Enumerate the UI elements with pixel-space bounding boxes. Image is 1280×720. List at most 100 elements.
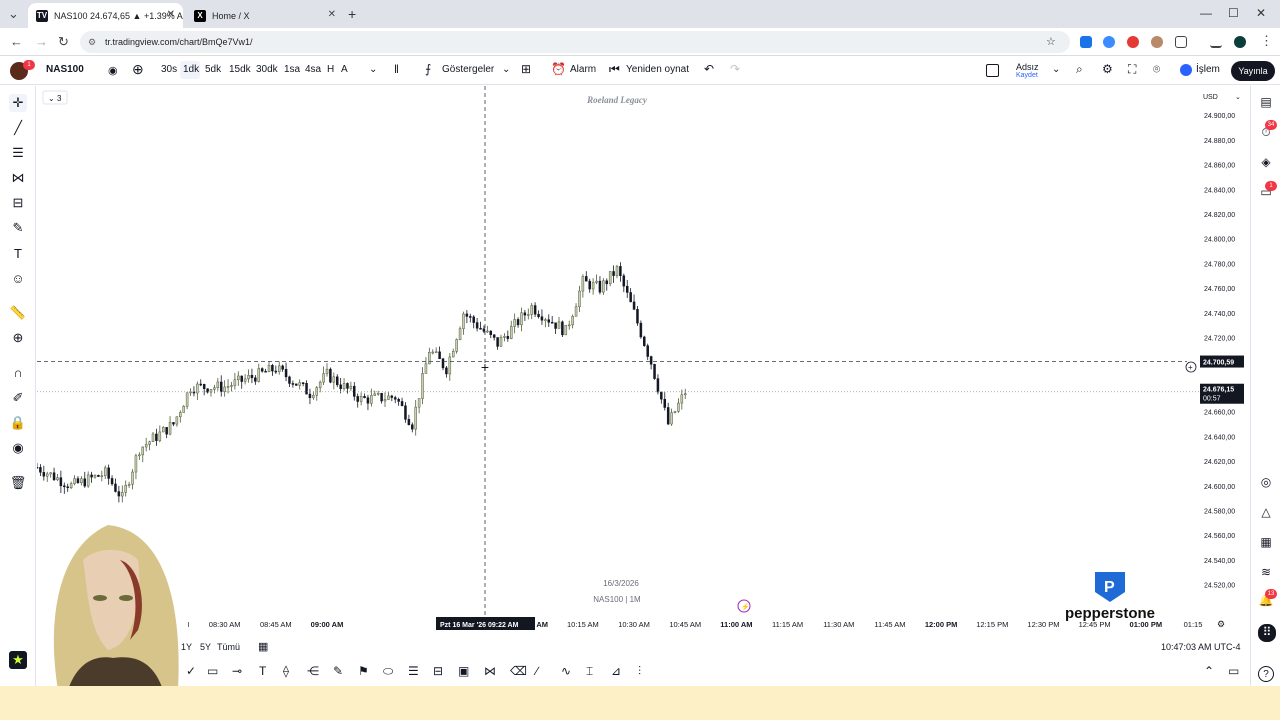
undo-icon[interactable]: ↶ xyxy=(704,62,714,76)
indicators-dropdown-icon[interactable]: ⌄ xyxy=(502,64,510,75)
extension-audio-icon[interactable] xyxy=(1103,36,1115,48)
layout-select-icon[interactable] xyxy=(986,64,999,77)
pencil-tool-icon[interactable]: ✓ xyxy=(186,664,196,678)
interval-30s[interactable]: 30s xyxy=(161,64,177,75)
utc-clock[interactable]: 10:47:03 AM UTC-4 xyxy=(1161,642,1241,652)
highlighter-icon[interactable]: ✎ xyxy=(333,664,343,678)
ellipse-tool-icon[interactable]: ⬭ xyxy=(383,664,393,679)
forecast-icon[interactable]: ⊟ xyxy=(9,194,27,212)
close-tab-icon[interactable]: ✕ xyxy=(328,9,336,20)
maximize-icon[interactable]: ☐ xyxy=(1228,6,1239,20)
trend-line-icon[interactable]: ╱ xyxy=(9,119,27,137)
interval-5dk[interactable]: 5dk xyxy=(205,64,221,75)
lock-icon[interactable]: 🔒 xyxy=(9,414,27,432)
quick-search-icon[interactable]: ⌕ xyxy=(1076,62,1083,77)
interval-h[interactable]: H xyxy=(327,64,334,75)
minimize-icon[interactable]: — xyxy=(1200,6,1212,20)
currency-label[interactable]: USD xyxy=(1203,94,1218,101)
tab-search-icon[interactable]: ⌄ xyxy=(8,6,19,22)
compare-symbol-icon[interactable]: ◉ xyxy=(108,64,118,77)
extensions-puzzle-icon[interactable] xyxy=(1175,36,1187,48)
interval-1sa[interactable]: 1sa xyxy=(284,64,300,75)
comment-tool-icon[interactable]: ▭ xyxy=(207,664,218,678)
legend-toggle[interactable]: ⌄ 3 xyxy=(42,90,68,105)
close-window-icon[interactable]: ✕ xyxy=(1256,6,1266,20)
reading-list-icon[interactable] xyxy=(1210,36,1222,48)
curve-tool-icon[interactable]: ∿ xyxy=(561,664,571,678)
path-tool-icon[interactable]: ⟠ xyxy=(283,664,289,678)
alarm-clock-icon[interactable]: ⏰ xyxy=(551,62,566,76)
collapse-panel-icon[interactable]: ⌃ xyxy=(1204,664,1214,678)
projection-icon[interactable]: ⊿ xyxy=(611,664,621,678)
trash-icon[interactable]: 🗑 xyxy=(9,474,27,492)
interval-4sa[interactable]: 4sa xyxy=(305,64,321,75)
zoom-in-icon[interactable]: ⊕ xyxy=(9,329,27,347)
range-1y[interactable]: 1Y xyxy=(181,642,192,652)
extension-cast-icon[interactable] xyxy=(1080,36,1092,48)
indicators-icon[interactable]: ⨍ xyxy=(425,62,431,76)
snapshot-camera-icon[interactable]: ⌾ xyxy=(1153,62,1160,77)
layers-icon[interactable]: ◈ xyxy=(1258,154,1274,170)
layout-name[interactable]: Adsız xyxy=(1016,62,1039,72)
candles-type-icon[interactable]: ǁ xyxy=(394,62,399,76)
extension-cookie-icon[interactable] xyxy=(1151,36,1163,48)
price-range-icon[interactable]: ⌶ xyxy=(586,664,593,679)
layout-dropdown-icon[interactable]: ⌄ xyxy=(1052,64,1060,75)
url-input[interactable]: ⚙ tr.tradingview.com/chart/BmQe7Vw1/ ☆ xyxy=(80,31,1070,53)
browser-menu-icon[interactable]: ⋮ xyxy=(1260,33,1273,49)
long-position-icon[interactable]: ⊟ xyxy=(433,664,443,678)
crosshair-icon[interactable]: ✛ xyxy=(9,94,27,112)
symbol-search[interactable]: NAS100 xyxy=(46,64,84,75)
interval-g[interactable]: A xyxy=(341,64,348,75)
magnet-icon[interactable]: ∩ xyxy=(9,364,27,382)
indicators-button[interactable]: Göstergeler xyxy=(442,64,494,75)
parallel-channel-icon[interactable]: ⋲ xyxy=(307,664,319,678)
horizontal-ray-icon[interactable]: ⊸ xyxy=(232,664,242,678)
favorites-star-icon[interactable]: ★ xyxy=(9,651,27,669)
new-tab-icon[interactable]: + xyxy=(348,6,356,22)
image-tool-icon[interactable]: ▣ xyxy=(458,664,469,678)
settings-gear-icon[interactable]: ⚙ xyxy=(1102,62,1113,76)
help-icon[interactable]: ? xyxy=(1258,666,1274,682)
forward-icon[interactable]: → xyxy=(35,34,48,49)
site-info-icon[interactable]: ⚙ xyxy=(88,31,96,53)
redo-icon[interactable]: ↷ xyxy=(730,62,740,76)
fib-retracement-icon[interactable]: ☰ xyxy=(9,144,27,162)
flag-icon[interactable]: ⚑ xyxy=(358,664,369,678)
alarm-button[interactable]: Alarm xyxy=(570,64,596,75)
interval-30dk[interactable]: 30dk xyxy=(256,64,278,75)
reload-icon[interactable]: ↻ xyxy=(58,34,69,50)
browser-tab-tradingview[interactable]: TV NAS100 24.674,65 ▲ +1.39% A ✕ xyxy=(28,3,183,28)
interval-15dk[interactable]: 15dk xyxy=(229,64,251,75)
maximize-panel-icon[interactable]: ▭ xyxy=(1228,664,1239,678)
more-tools-icon[interactable]: ⫶ xyxy=(638,664,641,679)
publish-button[interactable]: Yayınla xyxy=(1231,61,1275,81)
layout-save[interactable]: Kaydet xyxy=(1016,72,1038,79)
calendar-icon[interactable]: ▦ xyxy=(1258,534,1274,550)
replay-button[interactable]: Yeniden oynat xyxy=(626,64,689,75)
watchlist-icon[interactable]: ▤ xyxy=(1258,94,1274,110)
ruler-icon[interactable]: 📏 xyxy=(9,304,27,322)
range-all[interactable]: Tümü xyxy=(217,642,240,652)
ideas-icon[interactable]: △ xyxy=(1258,504,1274,520)
eraser-icon[interactable]: ⌫ xyxy=(510,664,527,678)
range-5y[interactable]: 5Y xyxy=(200,642,211,652)
add-symbol-icon[interactable]: ⊕ xyxy=(132,61,144,78)
stay-drawing-icon[interactable]: ✐ xyxy=(9,389,27,407)
go-to-date-calendar-icon[interactable]: ▦ xyxy=(258,640,268,653)
browser-tab-x[interactable]: X Home / X ✕ xyxy=(186,3,344,28)
currency-dropdown-icon[interactable]: ⌄ xyxy=(1235,94,1241,101)
back-icon[interactable]: ← xyxy=(10,34,23,49)
brush-tool-icon[interactable]: ∕ xyxy=(536,664,538,678)
apps-grid-icon[interactable]: ⠿ xyxy=(1258,624,1276,642)
time-axis[interactable]: 07:45 AM08:00 AM08:15 AM08:30 AM08:45 AM… xyxy=(55,620,1202,629)
text-tool-icon[interactable]: T xyxy=(9,245,27,263)
target-icon[interactable]: ◎ xyxy=(1258,474,1274,490)
streams-icon[interactable]: ≋ xyxy=(1258,564,1274,580)
brush-icon[interactable]: ✎ xyxy=(9,219,27,237)
bookmark-star-icon[interactable]: ☆ xyxy=(1046,31,1056,53)
fullscreen-icon[interactable]: ⛶ xyxy=(1128,62,1136,77)
close-tab-icon[interactable]: ✕ xyxy=(167,9,175,20)
templates-grid-icon[interactable]: ⊞ xyxy=(521,62,531,76)
interval-dropdown-icon[interactable]: ⌄ xyxy=(369,64,377,75)
